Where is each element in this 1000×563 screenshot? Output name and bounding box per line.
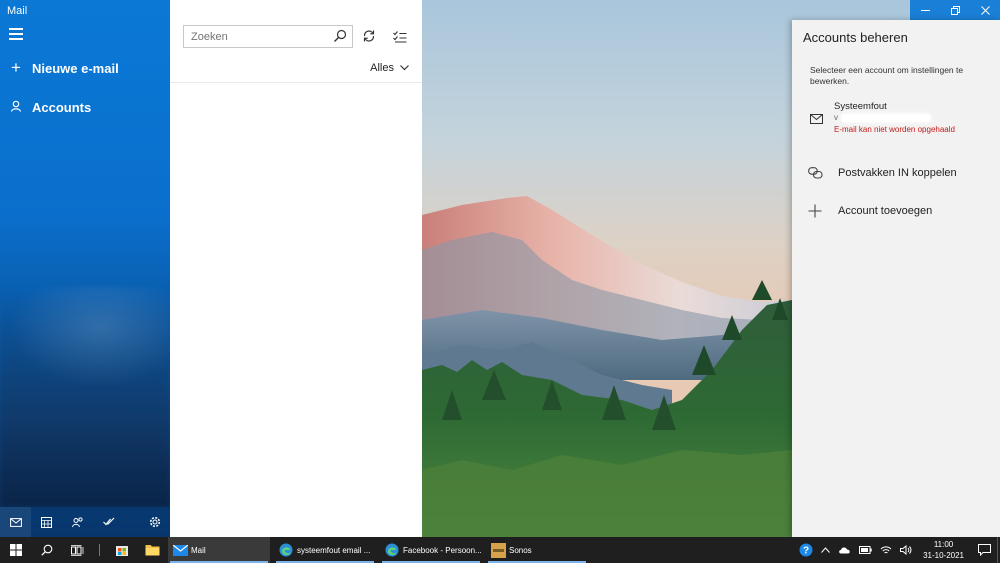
volume-icon[interactable] [896, 545, 916, 555]
filter-dropdown[interactable]: Alles [370, 62, 409, 74]
search-icon [40, 544, 52, 556]
search-box [183, 25, 353, 48]
taskbar-separator [99, 544, 100, 556]
store-icon [115, 546, 128, 556]
nav-bottom-bar [0, 507, 170, 537]
calendar-switch-icon[interactable] [31, 507, 62, 537]
restore-button[interactable] [940, 0, 970, 20]
windows-logo-icon [9, 544, 22, 556]
message-list-pane: Alles [170, 0, 422, 537]
link-inboxes-label: Postvakken IN koppelen [838, 167, 957, 179]
plus-icon [792, 204, 838, 218]
account-item[interactable]: Systeemfout v E-mail kan niet worden opg… [792, 96, 1000, 142]
taskbar-app-edge-1[interactable]: systeemfout email ... [274, 537, 376, 563]
sync-icon[interactable] [362, 29, 376, 48]
taskbar-app-label: Mail [191, 545, 206, 555]
taskbar-app-label: Sonos [509, 545, 532, 555]
close-button[interactable] [970, 0, 1000, 20]
todo-switch-icon[interactable] [93, 507, 124, 537]
accounts-button[interactable]: Accounts [0, 92, 170, 122]
account-error: E-mail kan niet worden opgehaald [834, 125, 955, 134]
list-divider [170, 82, 422, 83]
file-explorer-button[interactable] [137, 537, 168, 563]
link-icon [792, 167, 838, 179]
account-name: Systeemfout [834, 101, 887, 112]
window-caption-buttons [910, 0, 1000, 20]
taskbar-app-sonos[interactable]: Sonos [486, 537, 588, 563]
app-title: Mail [7, 5, 28, 17]
flyout-description: Selecteer een account om instellingen te… [810, 65, 964, 86]
add-account-button[interactable]: Account toevoegen [792, 198, 1000, 224]
mail-switch-icon[interactable] [0, 507, 31, 537]
taskbar-app-edge-2[interactable]: Facebook - Persoon... [380, 537, 482, 563]
search-input[interactable] [184, 26, 324, 47]
account-email: v [834, 113, 838, 122]
new-mail-button[interactable]: + Nieuwe e-mail [0, 53, 170, 83]
notifications-icon[interactable] [971, 544, 997, 556]
task-view-icon [71, 544, 84, 556]
wifi-icon[interactable] [876, 545, 896, 555]
store-button[interactable] [106, 537, 137, 563]
mail-icon [810, 111, 823, 129]
clock[interactable]: 11:00 31-10-2021 [916, 539, 971, 561]
system-tray: ? 11:00 31-10-2021 [795, 537, 1000, 563]
edge-icon [278, 542, 294, 558]
plus-icon: + [11, 58, 21, 77]
people-switch-icon[interactable] [62, 507, 93, 537]
flyout-title: Accounts beheren [803, 30, 908, 45]
chevron-down-icon [400, 65, 409, 71]
filter-label: Alles [370, 62, 394, 74]
settings-gear-icon[interactable] [139, 507, 170, 537]
svg-text:?: ? [803, 546, 809, 557]
start-button[interactable] [0, 537, 31, 563]
selection-mode-icon[interactable] [393, 30, 407, 48]
manage-accounts-flyout: Accounts beheren Selecteer een account o… [792, 20, 1000, 537]
mail-icon [172, 542, 188, 558]
add-account-label: Account toevoegen [838, 205, 933, 217]
taskbar-app-label: systeemfout email ... [297, 545, 371, 555]
folder-icon [145, 545, 160, 556]
person-icon [0, 97, 32, 117]
taskbar-app-label: Facebook - Persoon... [403, 545, 482, 555]
accounts-label: Accounts [32, 99, 92, 115]
search-icon[interactable] [333, 29, 347, 48]
taskbar-app-mail[interactable]: Mail [168, 537, 270, 563]
clock-date: 31-10-2021 [923, 551, 964, 560]
link-inboxes-button[interactable]: Postvakken IN koppelen [792, 160, 1000, 186]
minimize-button[interactable] [910, 0, 940, 20]
sonos-icon [490, 542, 506, 558]
battery-icon[interactable] [855, 546, 876, 554]
clock-time: 11:00 [933, 540, 954, 549]
search-taskbar-button[interactable] [31, 537, 62, 563]
hamburger-menu-icon[interactable] [9, 28, 23, 42]
help-icon[interactable]: ? [795, 543, 817, 557]
nav-background-image [0, 287, 170, 507]
edge-icon [384, 542, 400, 558]
taskbar: Mail systeemfout email ... Facebook - Pe… [0, 537, 1000, 563]
task-view-button[interactable] [62, 537, 93, 563]
chevron-up-icon[interactable] [817, 547, 834, 553]
onedrive-cloud-icon[interactable] [834, 546, 855, 554]
redacted-email [841, 114, 931, 122]
new-mail-label: Nieuwe e-mail [32, 60, 119, 76]
navigation-pane: Mail + Nieuwe e-mail Accounts [0, 0, 170, 537]
